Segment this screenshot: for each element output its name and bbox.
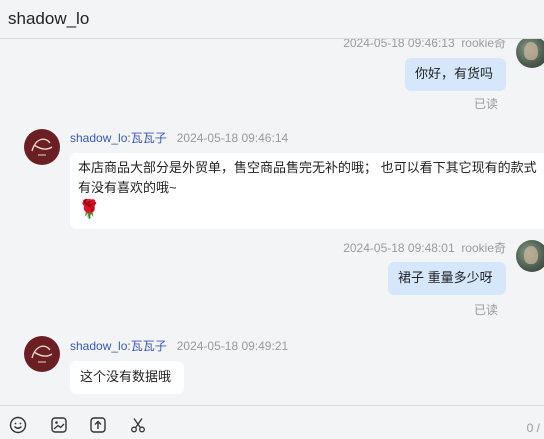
message-bubble: 本店商品大部分是外贸单，售空商品售完无补的哦； 也可以看下其它现有的款式有没有喜… xyxy=(70,153,544,229)
input-toolbar: 0 / xyxy=(0,405,544,439)
message-time: 2024-05-18 09:48:01 xyxy=(343,241,455,255)
avatar[interactable] xyxy=(24,129,60,165)
message-bubble: 裙子 重量多少呀 xyxy=(388,262,506,295)
emoji-icon[interactable] xyxy=(9,416,27,434)
chat-header: shadow_lo xyxy=(0,0,544,39)
read-status: 已读 xyxy=(474,97,499,111)
message-meta: 2024-05-18 09:48:01 rookie奇 xyxy=(343,239,506,256)
message-meta: shadow_lo:瓦瓦子 2024-05-18 09:49:21 xyxy=(70,337,288,354)
scissors-icon[interactable] xyxy=(129,416,147,434)
rose-icon: 🌹 xyxy=(78,199,101,219)
upload-icon[interactable] xyxy=(89,416,107,434)
message-time: 2024-05-18 09:49:21 xyxy=(176,339,289,353)
message-sender: shadow_lo:瓦瓦子 xyxy=(70,131,167,145)
message-bubble: 这个没有数据哦 xyxy=(70,361,184,394)
message-sender: shadow_lo:瓦瓦子 xyxy=(70,339,167,353)
char-counter: 0 / xyxy=(526,421,540,435)
message-text: 本店商品大部分是外贸单，售空商品售完无补的哦； 也可以看下其它现有的款式有没有喜… xyxy=(78,160,537,195)
message-meta: shadow_lo:瓦瓦子 2024-05-18 09:46:14 xyxy=(70,129,288,146)
page-title: shadow_lo xyxy=(8,9,90,28)
message-sender: rookie奇 xyxy=(461,241,506,255)
read-status: 已读 xyxy=(474,303,499,317)
message-time: 2024-05-18 09:46:14 xyxy=(176,131,289,145)
image-icon[interactable] xyxy=(50,416,68,434)
avatar[interactable] xyxy=(24,336,60,372)
avatar[interactable] xyxy=(516,240,544,272)
chat-area[interactable]: 2024-05-18 09:46:13 rookie奇 你好，有货吗 已读 sh… xyxy=(0,0,544,405)
avatar[interactable] xyxy=(516,36,544,68)
message-bubble: 你好，有货吗 xyxy=(405,58,506,91)
